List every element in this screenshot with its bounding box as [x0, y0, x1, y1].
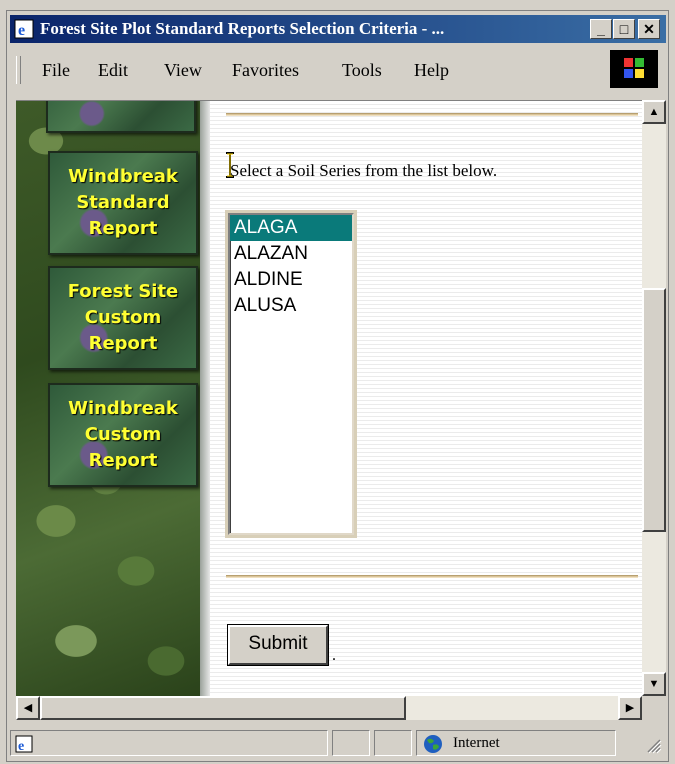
vertical-scroll-thumb[interactable]	[642, 288, 666, 532]
windbreak-standard-report-button[interactable]: Windbreak Standard Report	[48, 151, 198, 255]
horizontal-scrollbar[interactable]: ◀ ▶	[16, 696, 642, 720]
scroll-up-arrow-icon[interactable]: ▲	[642, 100, 666, 124]
list-option[interactable]: ALAZAN	[230, 241, 352, 267]
minimize-button[interactable]: _	[590, 19, 612, 39]
nav-label: Forest Site	[67, 281, 179, 302]
window-title: Forest Site Plot Standard Reports Select…	[40, 19, 445, 38]
title-bar: e Forest Site Plot Standard Reports Sele…	[10, 15, 666, 43]
page-icon: e	[15, 735, 33, 753]
sidebar-shadow	[200, 101, 210, 697]
scroll-down-arrow-icon[interactable]: ▼	[642, 672, 666, 696]
menu-file[interactable]: File	[42, 60, 70, 81]
nav-label: Windbreak	[68, 166, 178, 187]
status-text-cell: e	[10, 730, 328, 756]
vertical-scrollbar[interactable]: ▲ ▼	[642, 100, 666, 696]
soil-series-prompt: Select a Soil Series from the list below…	[230, 161, 498, 180]
menu-favorites[interactable]: Favorites	[232, 60, 299, 81]
nav-label: Report	[88, 333, 158, 354]
nav-label: Custom	[84, 307, 162, 328]
menu-edit[interactable]: Edit	[98, 60, 128, 81]
main-frame: Select a Soil Series from the list below…	[210, 101, 642, 697]
scrollbar-corner	[642, 696, 666, 720]
svg-text:e: e	[18, 739, 24, 753]
status-cell	[374, 730, 412, 756]
scroll-left-arrow-icon[interactable]: ◀	[16, 696, 40, 720]
ie-icon: e	[14, 19, 34, 39]
security-zone-label: Internet	[453, 735, 500, 751]
nav-label: Report	[88, 218, 158, 239]
page-content: Windbreak Standard Report Forest Site Cu…	[16, 100, 642, 697]
resize-grip-icon[interactable]	[642, 734, 662, 754]
menu-help[interactable]: Help	[414, 60, 449, 81]
list-option[interactable]: ALUSA	[230, 293, 352, 319]
windbreak-custom-report-button[interactable]: Windbreak Custom Report	[48, 383, 198, 487]
security-zone-cell: Internet	[416, 730, 616, 756]
soil-series-listbox[interactable]: ALAGA ALAZAN ALDINE ALUSA	[228, 213, 354, 535]
forest-site-custom-report-button[interactable]: Forest Site Custom Report	[48, 266, 198, 370]
nav-label: Custom	[84, 424, 162, 445]
divider	[226, 113, 638, 116]
nav-label: Windbreak	[68, 398, 178, 419]
menu-bar: File Edit View Favorites Tools Help	[10, 46, 666, 96]
nav-button-partial[interactable]	[46, 101, 196, 133]
close-button[interactable]: ✕	[638, 19, 660, 39]
menu-tools[interactable]: Tools	[342, 60, 382, 81]
scroll-right-arrow-icon[interactable]: ▶	[618, 696, 642, 720]
globe-icon	[424, 735, 442, 753]
maximize-button[interactable]: □	[613, 19, 635, 39]
ivy-sidebar: Windbreak Standard Report Forest Site Cu…	[16, 101, 200, 697]
status-cell	[332, 730, 370, 756]
svg-text:e: e	[18, 22, 25, 39]
status-bar: e Internet	[10, 726, 666, 758]
nav-label: Report	[88, 450, 158, 471]
list-option[interactable]: ALDINE	[230, 267, 352, 293]
submit-button[interactable]: Submit	[228, 625, 328, 665]
divider	[226, 575, 638, 578]
windows-logo-icon	[610, 50, 658, 88]
trailing-period: .	[332, 647, 336, 664]
horizontal-scroll-thumb[interactable]	[40, 696, 406, 720]
nav-label: Standard	[76, 192, 170, 213]
menu-grip	[16, 56, 21, 84]
list-option[interactable]: ALAGA	[230, 215, 352, 241]
menu-view[interactable]: View	[164, 60, 202, 81]
